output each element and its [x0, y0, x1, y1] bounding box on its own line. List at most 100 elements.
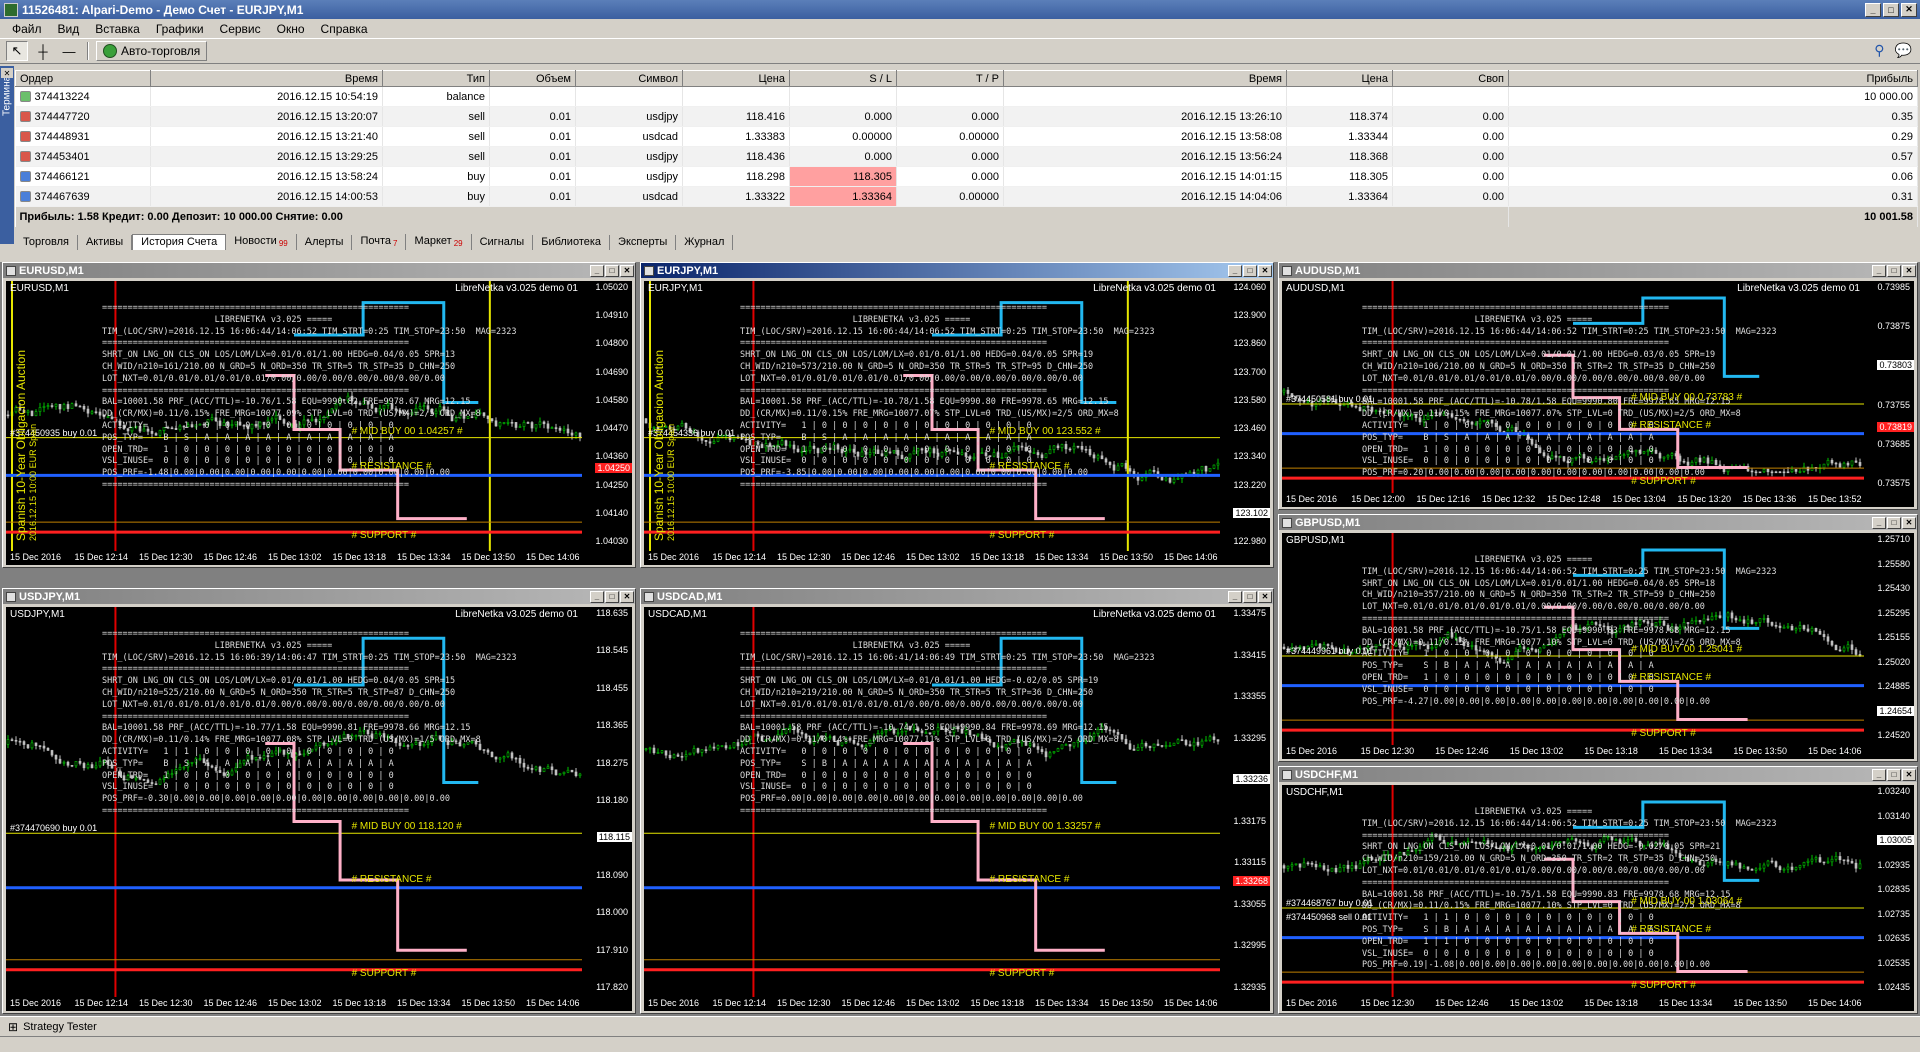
- time-scale[interactable]: 15 Dec 2016 15 Dec 12:14 15 Dec 12:30 15 De…: [644, 551, 1270, 565]
- chart-title-bar[interactable]: GBPUSD,M1 _ □ ✕: [1279, 515, 1917, 530]
- menu-help[interactable]: Справка: [313, 22, 376, 36]
- crosshair-icon[interactable]: ┼: [32, 41, 54, 61]
- price-scale[interactable]: 1.05020 1.04910 1.04800 1.04690 1.04580 1.044…: [582, 281, 632, 551]
- chart-title-bar[interactable]: USDJPY,M1 _ □ ✕: [3, 589, 635, 604]
- chart-window-eurjpy[interactable]: EURJPY,M1 _ □ ✕ EURJPY,M1 LibreNetka v3.025 d…: [640, 262, 1274, 568]
- chart-window-gbpusd[interactable]: GBPUSD,M1 _ □ ✕ GBPUSD,M1 LIBRENETKA v3.025 …: [1278, 514, 1918, 762]
- col-close-time[interactable]: Время: [1003, 70, 1287, 87]
- chart-minimize-button[interactable]: _: [590, 264, 604, 277]
- chart-window-usdjpy[interactable]: USDJPY,M1 _ □ ✕ USDJPY,M1 LibreNetka v3.025 d…: [2, 588, 636, 1014]
- chart-title-bar[interactable]: AUDUSD,M1 _ □ ✕: [1279, 263, 1917, 278]
- chart-maximize-button[interactable]: □: [605, 590, 619, 603]
- chart-maximize-button[interactable]: □: [1243, 590, 1257, 603]
- terminal-tab[interactable]: Эксперты: [610, 235, 677, 250]
- terminal-tab[interactable]: Почта 7: [352, 234, 407, 250]
- col-close-price[interactable]: Цена: [1286, 70, 1393, 87]
- col-tp[interactable]: T / P: [896, 70, 1004, 87]
- chart-minimize-button[interactable]: _: [1872, 516, 1886, 529]
- chart-maximize-button[interactable]: □: [605, 264, 619, 277]
- order-line-label[interactable]: #374449961 buy 0.01: [1286, 646, 1373, 656]
- terminal-tab[interactable]: Новости 99: [226, 234, 297, 250]
- chart-minimize-button[interactable]: _: [1872, 264, 1886, 277]
- table-row[interactable]: 374448931 2016.12.15 13:21:40 sell 0.01 usdc…: [15, 126, 1918, 147]
- terminal-tab[interactable]: Активы: [78, 235, 133, 250]
- time-scale[interactable]: 15 Dec 2016 15 Dec 12:00 15 Dec 12:16 15 De…: [1282, 493, 1914, 507]
- chart-plot[interactable]: USDJPY,M1 LibreNetka v3.025 demo 01 ======…: [6, 607, 632, 1011]
- terminal-tab[interactable]: История Счета: [132, 234, 227, 250]
- order-line-label[interactable]: #374470690 buy 0.01: [10, 823, 97, 833]
- chart-plot[interactable]: GBPUSD,M1 LIBRENETKA v3.025 ===== TIM_(LO…: [1282, 533, 1914, 759]
- horizontal-line-icon[interactable]: —: [58, 41, 80, 61]
- col-type[interactable]: Тип: [382, 70, 490, 87]
- close-button[interactable]: ✕: [1901, 2, 1917, 17]
- order-line-label[interactable]: #374450968 sell 0.01: [1286, 912, 1372, 922]
- time-scale[interactable]: 15 Dec 2016 15 Dec 12:30 15 Dec 12:46 15 De…: [1282, 745, 1914, 759]
- order-line-label[interactable]: #374468767 buy 0.01: [1286, 898, 1373, 908]
- price-scale[interactable]: 0.73985 0.73875 0.73803 0.73755 0.73685 0.735…: [1864, 281, 1914, 493]
- chart-minimize-button[interactable]: _: [590, 590, 604, 603]
- time-scale[interactable]: 15 Dec 2016 15 Dec 12:30 15 Dec 12:46 15 De…: [1282, 997, 1914, 1011]
- price-scale[interactable]: 1.03240 1.03140 1.03005 1.02935 1.02835 1.027…: [1864, 785, 1914, 997]
- chat-icon[interactable]: 💬: [1895, 42, 1912, 59]
- terminal-tab[interactable]: Журнал: [676, 235, 734, 250]
- chart-plot[interactable]: EURUSD,M1 LibreNetka v3.025 demo 01 ======…: [6, 281, 632, 565]
- col-profit[interactable]: Прибыль: [1508, 70, 1918, 87]
- chart-close-button[interactable]: ✕: [1902, 516, 1916, 529]
- table-row[interactable]: 374447720 2016.12.15 13:20:07 sell 0.01 usdj…: [15, 106, 1918, 127]
- chart-window-eurusd[interactable]: EURUSD,M1 _ □ ✕ EURUSD,M1 LibreNetka v3.025 d…: [2, 262, 636, 568]
- cursor-icon[interactable]: ↖: [6, 41, 28, 61]
- chart-close-button[interactable]: ✕: [620, 590, 634, 603]
- chart-title-bar[interactable]: EURUSD,M1 _ □ ✕: [3, 263, 635, 278]
- menu-insert[interactable]: Вставка: [87, 22, 148, 36]
- menu-window[interactable]: Окно: [269, 22, 313, 36]
- chart-title-bar[interactable]: USDCAD,M1 _ □ ✕: [641, 589, 1273, 604]
- chart-maximize-button[interactable]: □: [1887, 264, 1901, 277]
- time-scale[interactable]: 15 Dec 2016 15 Dec 12:14 15 Dec 12:30 15 De…: [644, 997, 1270, 1011]
- table-row[interactable]: 374467639 2016.12.15 14:00:53 buy 0.01 usdca…: [15, 186, 1918, 207]
- menu-tools[interactable]: Сервис: [212, 22, 269, 36]
- chart-close-button[interactable]: ✕: [1258, 590, 1272, 603]
- minimize-button[interactable]: _: [1865, 2, 1881, 17]
- terminal-tab[interactable]: Алерты: [297, 235, 353, 250]
- time-scale[interactable]: 15 Dec 2016 15 Dec 12:14 15 Dec 12:30 15 De…: [6, 997, 632, 1011]
- chart-window-usdchf[interactable]: USDCHF,M1 _ □ ✕ USDCHF,M1 LIBRENETKA v3.025 …: [1278, 766, 1918, 1014]
- chart-minimize-button[interactable]: _: [1228, 264, 1242, 277]
- menu-view[interactable]: Вид: [50, 22, 88, 36]
- chart-window-usdcad[interactable]: USDCAD,M1 _ □ ✕ USDCAD,M1 LibreNetka v3.025 d…: [640, 588, 1274, 1014]
- chart-close-button[interactable]: ✕: [1258, 264, 1272, 277]
- chart-plot[interactable]: EURJPY,M1 LibreNetka v3.025 demo 01 ======…: [644, 281, 1270, 565]
- price-scale[interactable]: 1.33475 1.33415 1.33355 1.33295 1.33236 1.331…: [1220, 607, 1270, 997]
- chart-minimize-button[interactable]: _: [1228, 590, 1242, 603]
- table-row[interactable]: 374453401 2016.12.15 13:29:25 sell 0.01 usdj…: [15, 146, 1918, 167]
- chart-title-bar[interactable]: EURJPY,M1 _ □ ✕: [641, 263, 1273, 278]
- col-sl[interactable]: S / L: [789, 70, 897, 87]
- terminal-close-icon[interactable]: ✕: [1, 68, 13, 78]
- chart-plot[interactable]: USDCAD,M1 LibreNetka v3.025 demo 01 ======…: [644, 607, 1270, 1011]
- terminal-tab[interactable]: Маркет 29: [406, 234, 472, 250]
- price-scale[interactable]: 1.25710 1.25580 1.25430 1.25295 1.25155 1.250…: [1864, 533, 1914, 745]
- chart-close-button[interactable]: ✕: [1902, 768, 1916, 781]
- chart-close-button[interactable]: ✕: [1902, 264, 1916, 277]
- chart-maximize-button[interactable]: □: [1887, 768, 1901, 781]
- price-scale[interactable]: 124.060 123.900 123.860 123.700 123.580 123.4…: [1220, 281, 1270, 551]
- chart-plot[interactable]: USDCHF,M1 LIBRENETKA v3.025 ===== TIM_(LO…: [1282, 785, 1914, 1011]
- col-volume[interactable]: Объем: [489, 70, 576, 87]
- terminal-tab[interactable]: Сигналы: [472, 235, 534, 250]
- col-swap[interactable]: Своп: [1392, 70, 1509, 87]
- col-price[interactable]: Цена: [682, 70, 790, 87]
- chart-title-bar[interactable]: USDCHF,M1 _ □ ✕: [1279, 767, 1917, 782]
- time-scale[interactable]: 15 Dec 2016 15 Dec 12:14 15 Dec 12:30 15 De…: [6, 551, 632, 565]
- col-symbol[interactable]: Символ: [575, 70, 683, 87]
- chart-maximize-button[interactable]: □: [1243, 264, 1257, 277]
- expand-icon[interactable]: ⊞: [8, 1020, 18, 1034]
- chart-close-button[interactable]: ✕: [620, 264, 634, 277]
- chart-maximize-button[interactable]: □: [1887, 516, 1901, 529]
- chart-minimize-button[interactable]: _: [1872, 768, 1886, 781]
- strategy-tester-bar[interactable]: ⊞ Strategy Tester: [0, 1016, 1920, 1036]
- chart-window-audusd[interactable]: AUDUSD,M1 _ □ ✕ AUDUSD,M1 LibreNetka v3.025 d…: [1278, 262, 1918, 510]
- table-row[interactable]: 374413224 2016.12.15 10:54:19 balance 10 00…: [15, 86, 1918, 107]
- menu-charts[interactable]: Графики: [148, 22, 212, 36]
- col-time[interactable]: Время: [150, 70, 383, 87]
- menu-file[interactable]: Файл: [4, 22, 50, 36]
- autotrade-button[interactable]: Авто-торговля: [96, 41, 208, 61]
